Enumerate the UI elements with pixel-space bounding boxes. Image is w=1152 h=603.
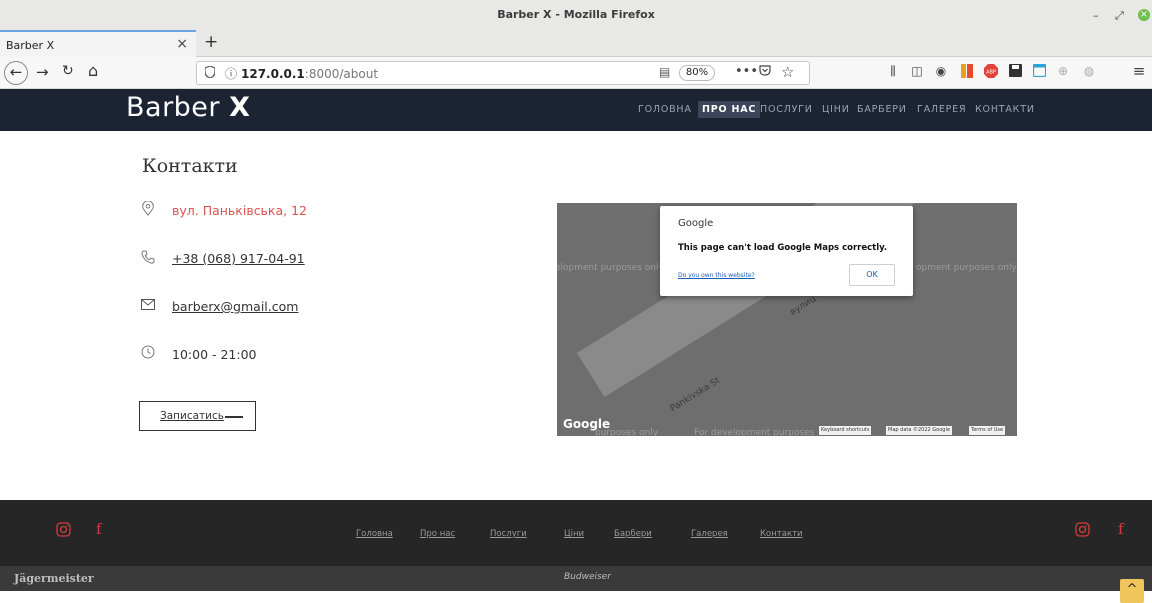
facebook-icon[interactable]: f [96,520,102,538]
nav-barbers[interactable]: БАРБЕРИ [857,104,907,115]
tab-barber-x[interactable]: Barber X × [0,30,196,57]
forward-button[interactable]: → [36,63,49,81]
own-website-link[interactable]: Do you own this website? [678,272,755,279]
instagram-icon[interactable] [56,522,71,541]
bookmark-flag-icon[interactable] [960,64,974,78]
sponsor-bar: Jägermeister Budweiser [0,566,1152,591]
facebook-icon-right[interactable]: f [1118,520,1124,538]
scroll-to-top-button[interactable]: ^ [1120,579,1144,603]
nav-prices[interactable]: ЦІНИ [822,104,850,115]
close-tab-icon[interactable]: × [176,36,188,52]
email-link[interactable]: barberx@gmail.com [172,299,298,314]
brand-jagermeister: Jägermeister [14,572,94,585]
back-button[interactable]: ← [4,61,28,85]
footer-link-contacts[interactable]: Контакти [760,529,803,539]
dialog-ok-button[interactable]: OK [849,264,895,286]
nav-contacts[interactable]: КОНТАКТИ [975,104,1035,115]
site-info-icon[interactable]: ⓘ [225,65,237,82]
notes-icon[interactable] [1032,63,1046,78]
map-keyboard-shortcuts[interactable]: Keyboard shortcuts [819,426,872,435]
footer-link-barbers[interactable]: Барбери [614,529,652,539]
page-actions-menu-icon[interactable]: ••• [735,64,758,79]
street-label-pankivska: Pankivska St [668,375,723,415]
tab-label: Barber X [6,39,55,52]
nav-about[interactable]: ПРО НАС [698,101,761,118]
google-map-logo[interactable]: Google [563,417,610,431]
url-host: 127.0.0.1 [241,67,305,81]
dialog-message: This page can't load Google Maps correct… [678,243,888,253]
dialog-title: Google [678,218,714,229]
footer-link-home[interactable]: Головна [356,529,393,539]
phone-link[interactable]: +38 (068) 917-04-91 [172,251,305,266]
nav-gallery[interactable]: ГАЛЕРЕЯ [917,104,966,115]
zoom-level-badge[interactable]: 80% [679,65,715,81]
tab-strip: Barber X × [0,30,1152,57]
arrow-dash-icon [225,416,243,418]
google-map[interactable]: elopment purposes only opment purposes o… [557,203,1017,436]
brand-budweiser: Budweiser [564,572,611,582]
logo-x: X [229,92,251,123]
instagram-icon-right[interactable] [1075,522,1090,541]
home-button[interactable]: ⌂ [88,61,98,80]
clock-icon [140,345,156,361]
map-data-credit: Map data ©2022 Google [886,426,952,435]
account-icon[interactable]: ◉ [934,64,948,78]
page-title: Контакти [142,155,238,177]
window-titlebar: Barber X - Mozilla Firefox – ⤢ × [0,0,1152,30]
navigation-toolbar: ← → ↻ ⌂ ⓘ 127.0.0.1:8000/about ▤ 80% •••… [0,57,1152,89]
tracking-shield-icon[interactable] [204,65,216,81]
footer-link-about[interactable]: Про нас [420,529,455,539]
reader-view-icon[interactable]: ▤ [659,65,670,79]
footer-link-services[interactable]: Послуги [490,529,527,539]
hamburger-menu-icon[interactable]: ≡ [1132,64,1146,79]
location-pin-icon [140,200,156,217]
maps-error-dialog: Google This page can't load Google Maps … [660,206,913,296]
window-title: Barber X - Mozilla Firefox [497,8,655,21]
dev-watermark-left: elopment purposes only [557,263,664,273]
map-terms-link[interactable]: Terms of Use [969,426,1006,435]
sidebar-icon[interactable]: ◫ [910,64,924,78]
pocket-icon[interactable] [759,64,771,80]
street-label-vulytsia: вулиц [788,294,818,318]
dev-watermark-bottom-mid: For development purposes [694,428,815,436]
restore-button[interactable]: ⤢ [1115,9,1124,23]
nav-services[interactable]: ПОСЛУГИ [760,104,813,115]
address-text: вул. Паньківська, 12 [172,203,307,218]
globe-icon[interactable]: ⊕ [1056,64,1070,78]
dev-watermark-right: opment purposes only [916,263,1017,273]
site-header: Barber X ГОЛОВНА ПРО НАС ПОСЛУГИ ЦІНИ БА… [0,89,1152,131]
url-path: :8000/about [304,67,379,81]
logo-text: Barber [126,92,230,123]
site-footer: f Головна Про нас Послуги Ціни Барбери Г… [0,500,1152,566]
opening-hours: 10:00 - 21:00 [172,347,257,362]
site-logo[interactable]: Barber X [126,92,250,123]
svg-text:ABP: ABP [986,70,996,76]
reload-button[interactable]: ↻ [62,63,74,79]
close-window-button[interactable]: × [1138,9,1150,21]
bookmark-star-icon[interactable]: ☆ [781,63,794,81]
library-icon[interactable]: ⫼ [886,64,900,78]
save-icon[interactable] [1008,64,1022,78]
adblock-icon[interactable]: ABP [984,64,998,78]
extension-icon[interactable]: ◍ [1082,64,1096,78]
url-text[interactable]: 127.0.0.1:8000/about [241,67,378,81]
book-button-label: Записатись [160,410,224,422]
book-appointment-button[interactable]: Записатись [139,401,256,431]
nav-home[interactable]: ГОЛОВНА [638,104,692,115]
mail-icon [140,299,156,315]
address-bar[interactable]: ⓘ 127.0.0.1:8000/about ▤ 80% ••• ☆ [196,61,810,85]
footer-link-gallery[interactable]: Галерея [691,529,728,539]
phone-icon [140,250,156,266]
footer-link-prices[interactable]: Ціни [564,529,584,539]
minimize-button[interactable]: – [1093,9,1099,22]
new-tab-button[interactable]: + [204,32,218,52]
